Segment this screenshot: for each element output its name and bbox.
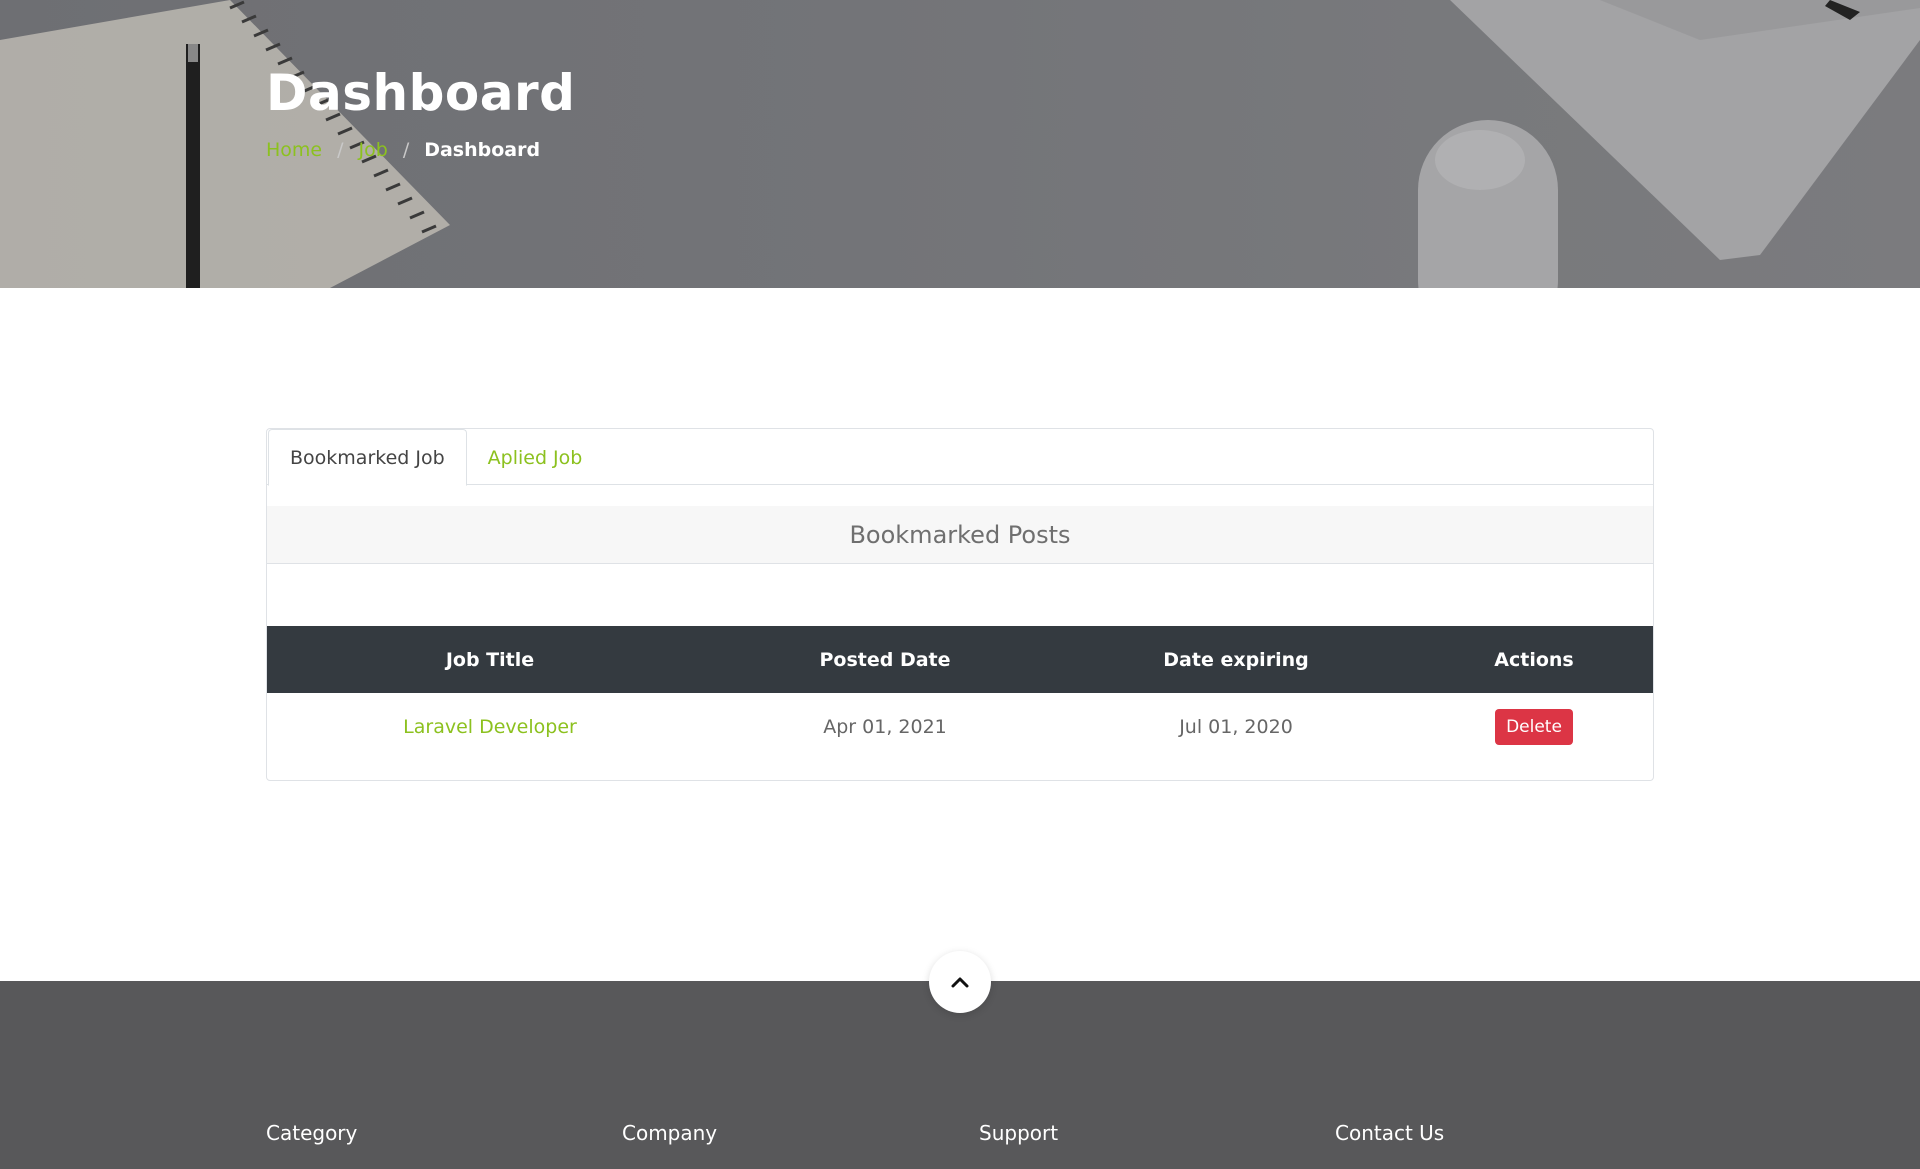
chevron-up-icon	[951, 977, 969, 988]
breadcrumb-current: Dashboard	[424, 139, 541, 161]
posted-date-cell: Apr 01, 2021	[823, 716, 947, 738]
column-header-actions: Actions	[1494, 648, 1574, 671]
actions-cell: Delete	[1415, 693, 1653, 761]
column-header-date-expiring: Date expiring	[1163, 648, 1309, 671]
footer-heading-contact-us: Contact Us	[1335, 1121, 1445, 1145]
date-expiring-cell: Jul 01, 2020	[1179, 716, 1293, 738]
page-hero: Dashboard Home / Job / Dashboard	[0, 0, 1920, 288]
footer-heading-category: Category	[266, 1121, 358, 1145]
tab-applied-job[interactable]: Aplied Job	[467, 429, 604, 486]
delete-button[interactable]: Delete	[1495, 709, 1573, 745]
column-header-posted-date: Posted Date	[819, 648, 951, 671]
column-header-job-title: Job Title	[445, 648, 535, 671]
table-row: Laravel Developer Apr 01, 2021 Jul 01, 2…	[267, 693, 1653, 761]
job-title-link[interactable]: Laravel Developer	[267, 693, 713, 761]
tab-bookmarked-job[interactable]: Bookmarked Job	[268, 429, 467, 486]
tab-bar: Bookmarked Job Aplied Job	[267, 429, 1653, 486]
footer-heading-company: Company	[622, 1121, 718, 1145]
footer-heading-support: Support	[979, 1121, 1059, 1145]
panel-heading: Bookmarked Posts	[267, 506, 1653, 564]
scroll-to-top-button[interactable]	[929, 951, 991, 1013]
breadcrumb-separator: /	[402, 139, 410, 161]
page-title: Dashboard	[266, 64, 576, 122]
dashboard-card: Bookmarked Job Aplied Job Bookmarked Pos…	[266, 428, 1654, 781]
breadcrumb-home-link[interactable]: Home	[266, 139, 322, 161]
breadcrumb: Home / Job / Dashboard	[266, 139, 540, 161]
breadcrumb-job-link[interactable]: Job	[359, 139, 388, 161]
bookmarked-jobs-table: Job Title Posted Date Date expiring Acti…	[267, 626, 1653, 761]
breadcrumb-separator: /	[337, 139, 344, 161]
table-header: Job Title Posted Date Date expiring Acti…	[267, 626, 1653, 693]
